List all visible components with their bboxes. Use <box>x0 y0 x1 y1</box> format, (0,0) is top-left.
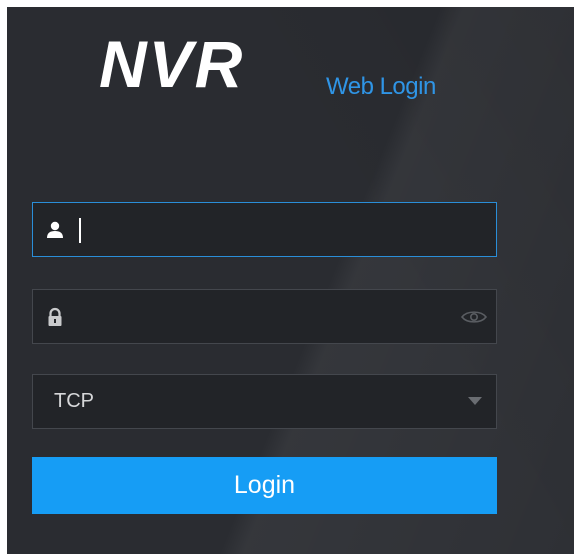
username-input[interactable] <box>77 211 461 251</box>
web-login-subtitle: Web Login <box>326 73 436 100</box>
lock-icon <box>45 307 65 327</box>
login-panel: NVR Web Login TCP Login <box>7 7 574 554</box>
user-icon <box>45 220 65 240</box>
nvr-logo: NVR <box>99 27 245 101</box>
login-button[interactable]: Login <box>32 457 497 514</box>
chevron-down-icon <box>468 397 482 405</box>
password-input[interactable] <box>77 298 461 338</box>
protocol-selected-value: TCP <box>54 390 94 412</box>
username-field[interactable] <box>32 202 497 257</box>
protocol-select[interactable]: TCP <box>32 374 497 429</box>
eye-icon[interactable] <box>460 310 488 324</box>
password-field[interactable] <box>32 289 497 344</box>
